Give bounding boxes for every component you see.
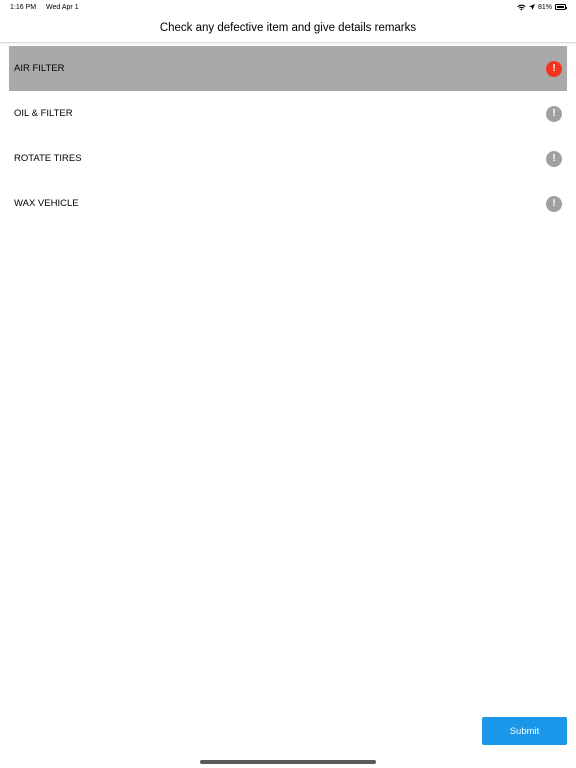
- page-header: Check any defective item and give detail…: [0, 14, 576, 43]
- battery-fill: [557, 6, 565, 8]
- wifi-icon: [517, 4, 526, 10]
- status-bar: 1:16 PM Wed Apr 1 81%: [0, 0, 576, 14]
- page-title: Check any defective item and give detail…: [159, 22, 417, 34]
- exclamation-icon[interactable]: !: [546, 150, 562, 167]
- list-item-air-filter[interactable]: AIR FILTER !: [9, 46, 567, 91]
- home-indicator[interactable]: [200, 760, 376, 764]
- location-icon: [528, 4, 535, 10]
- status-left: 1:16 PM Wed Apr 1: [10, 4, 87, 11]
- screen: 1:16 PM Wed Apr 1 81% Check any defectiv…: [0, 0, 576, 768]
- status-date: Wed Apr 1: [46, 3, 79, 11]
- exclamation-icon[interactable]: !: [546, 105, 562, 122]
- list-item-label: WAX VEHICLE: [14, 198, 79, 209]
- list-item-label: OIL & FILTER: [14, 108, 73, 119]
- list-item-oil-filter[interactable]: OIL & FILTER !: [9, 91, 567, 136]
- list-item-label: ROTATE TIRES: [14, 153, 82, 164]
- submit-button[interactable]: Submit: [482, 717, 567, 745]
- checklist: AIR FILTER ! OIL & FILTER ! ROTATE TIRES…: [9, 46, 567, 226]
- exclamation-icon[interactable]: !: [546, 195, 562, 212]
- battery-percent: 81%: [537, 3, 552, 11]
- list-item-wax-vehicle[interactable]: WAX VEHICLE !: [9, 181, 567, 226]
- status-time: 1:16 PM: [10, 3, 37, 11]
- list-item-rotate-tires[interactable]: ROTATE TIRES !: [9, 136, 567, 181]
- exclamation-icon[interactable]: !: [546, 60, 562, 77]
- battery-icon: [555, 4, 567, 10]
- status-right: 81%: [517, 3, 567, 11]
- list-item-label: AIR FILTER: [14, 63, 65, 74]
